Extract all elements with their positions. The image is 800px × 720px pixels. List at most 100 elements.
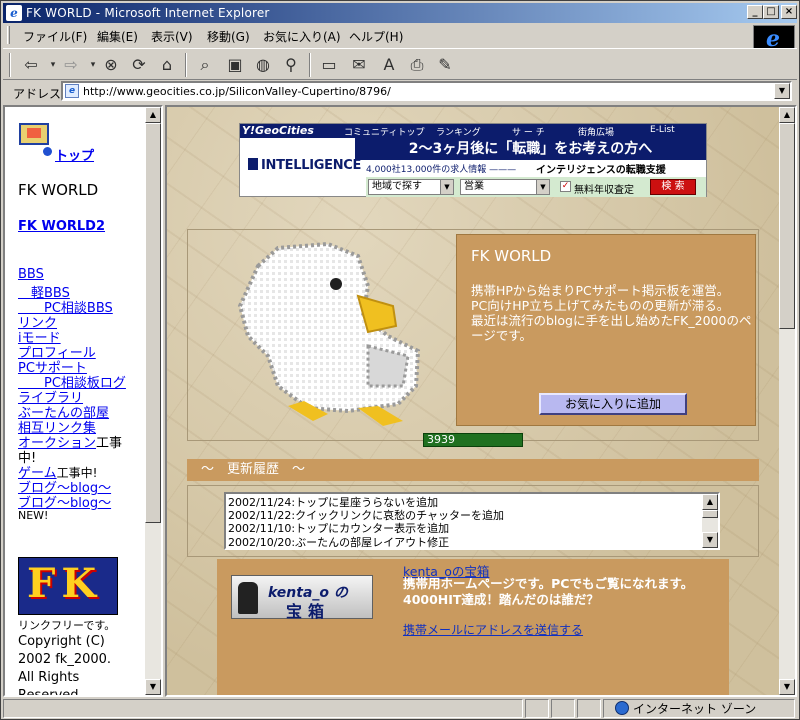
main-content-frame: Y!GeoCities コミュニティトップ ランキング サ ー チ 街角広場 E… <box>165 105 797 697</box>
fullscreen-icon[interactable]: ▭ <box>319 55 339 75</box>
copyright-line-2: 2002 fk_2000. <box>18 652 112 667</box>
scroll-thumb[interactable] <box>779 123 795 329</box>
salary-checkbox-label: 無料年収査定 <box>574 185 634 196</box>
site-title: FK WORLD <box>18 181 99 199</box>
status-bar: インターネット ゾーン <box>3 698 797 718</box>
address-input[interactable]: e http://www.geocities.co.jp/SiliconVall… <box>61 81 792 101</box>
banner-search-button[interactable]: 検 索 <box>650 179 696 195</box>
history-icon[interactable]: ◍ <box>253 55 273 75</box>
kenta-description: 携帯用ホームページです。PCでもご覧になれます。4000HIT達成！踏んだのは誰… <box>403 576 694 607</box>
intro-panel: FK WORLD 携帯HPから始まりPCサポート掲示板を運営。 PC向けHP立ち… <box>187 229 759 441</box>
maximize-button[interactable]: □ <box>763 5 779 19</box>
menu-help[interactable]: ヘルプ(H) <box>349 28 403 45</box>
bullet-icon <box>43 147 52 156</box>
banner-sub-text: 4,000社13,000件の求人情報 ——— <box>366 165 517 175</box>
add-to-favorites-button[interactable]: お気に入りに追加 <box>539 393 687 415</box>
search-icon[interactable]: ⌕ <box>195 55 215 75</box>
intelligence-logo: INTELLIGENCE <box>248 158 361 173</box>
print-icon[interactable]: ⎙ <box>407 55 427 75</box>
scroll-thumb[interactable] <box>145 123 161 523</box>
scroll-down-button[interactable]: ▼ <box>779 679 795 695</box>
toolbar-grip <box>9 53 11 77</box>
menu-view[interactable]: 表示(V) <box>151 28 193 45</box>
channels-icon[interactable]: ⚲ <box>281 55 301 75</box>
forward-dropdown-icon[interactable]: ▾ <box>83 55 103 75</box>
update-history-list[interactable]: 2002/11/24:トップに星座うらないを追加 2002/11/22:クイック… <box>224 492 720 550</box>
region-select[interactable]: 地域で探す ▼ <box>368 179 454 195</box>
edit-icon[interactable]: ✎ <box>435 55 455 75</box>
link-free-text: リンクフリーです。 <box>18 619 116 632</box>
address-dropdown-button[interactable]: ▼ <box>774 83 790 99</box>
stop-icon[interactable]: ⊗ <box>101 55 121 75</box>
info-line: 携帯HPから始まりPCサポート掲示板を運営。 <box>471 283 730 298</box>
info-box: FK WORLD 携帯HPから始まりPCサポート掲示板を運営。 PC向けHP立ち… <box>456 234 756 426</box>
font-icon[interactable]: A <box>379 55 399 75</box>
status-cell <box>525 699 549 718</box>
back-icon[interactable]: ⇦ <box>21 55 41 75</box>
figure-icon <box>238 582 258 614</box>
left-navigation-frame: トップ FK WORLD FK WORLD2 BBS 軽BBS PC相談BBS … <box>3 105 163 697</box>
globe-icon <box>615 701 629 715</box>
menu-file[interactable]: ファイル(F) <box>23 28 87 45</box>
fk-logo-image[interactable]: FK <box>18 557 118 615</box>
mail-icon[interactable]: ✉ <box>349 55 369 75</box>
close-button[interactable]: × <box>781 5 797 19</box>
job-type-select[interactable]: 営業 ▼ <box>460 179 550 195</box>
scroll-up-button[interactable]: ▲ <box>145 107 161 123</box>
update-list-scrollbar[interactable]: ▲ ▼ <box>702 494 718 548</box>
title-bar[interactable]: e FK WORLD - Microsoft Internet Explorer… <box>3 3 797 23</box>
kenta-banner-text-2: 宝箱 <box>286 602 331 621</box>
page-icon: e <box>65 84 79 98</box>
computer-icon[interactable] <box>19 123 49 145</box>
kenta-banner-image[interactable]: kenta_o の 宝箱 <box>231 575 373 621</box>
chick-mascot-image <box>237 241 421 426</box>
banner-headline: 2〜3ヶ月後に「転職」をお考えの方へ <box>355 138 706 160</box>
scroll-thumb[interactable] <box>702 510 718 518</box>
left-frame-scrollbar[interactable]: ▲ ▼ <box>145 107 161 695</box>
menu-go[interactable]: 移動(G) <box>207 28 250 45</box>
home-icon[interactable]: ⌂ <box>157 55 177 75</box>
geocities-banner-ad[interactable]: Y!GeoCities コミュニティトップ ランキング サ ー チ 街角広場 E… <box>239 123 707 197</box>
banner-search-bar: 地域で探す ▼ 営業 ▼ ✓ 無料年収査定 検 索 <box>366 177 706 197</box>
geocities-logo[interactable]: Y!GeoCities <box>242 124 314 137</box>
info-description: 携帯HPから始まりPCサポート掲示板を運営。 PC向けHP立ち上げてみたものの更… <box>471 283 753 343</box>
favorites-icon[interactable]: ▣ <box>225 55 245 75</box>
menu-favorites[interactable]: お気に入り(A) <box>263 28 341 45</box>
banner-nav-plaza[interactable]: 街角広場 <box>578 125 614 138</box>
menu-grip <box>7 26 10 44</box>
send-mail-link[interactable]: 携帯メールにアドレスを送信する <box>403 621 583 638</box>
new-badge: NEW! <box>18 509 49 522</box>
address-url[interactable]: http://www.geocities.co.jp/SiliconValley… <box>83 85 391 98</box>
kenta-section: kenta_o の 宝箱 kenta_oの宝箱 携帯用ホームページです。PCでも… <box>217 559 729 695</box>
scroll-down-button[interactable]: ▼ <box>145 679 161 695</box>
toolbar-separator <box>185 53 187 77</box>
main-frame-scrollbar[interactable]: ▲ ▼ <box>779 107 795 695</box>
update-history-box: 2002/11/24:トップに星座うらないを追加 2002/11/22:クイック… <box>187 485 759 557</box>
scroll-down-button[interactable]: ▼ <box>702 532 718 548</box>
access-counter: 3939 <box>423 433 523 447</box>
status-text-cell <box>3 699 523 718</box>
fk-world2-link[interactable]: FK WORLD2 <box>18 219 105 234</box>
banner-nav-ranking[interactable]: ランキング <box>436 125 481 138</box>
scroll-up-button[interactable]: ▲ <box>702 494 718 510</box>
scroll-up-button[interactable]: ▲ <box>779 107 795 123</box>
sidebar-link-bbs[interactable]: BBS <box>18 267 44 282</box>
back-dropdown-icon[interactable]: ▾ <box>43 55 63 75</box>
refresh-icon[interactable]: ⟳ <box>129 55 149 75</box>
ie-throbber-logo: e <box>753 25 795 52</box>
banner-nav-community[interactable]: コミュニティトップ <box>344 125 424 138</box>
menu-edit[interactable]: 編集(E) <box>97 28 138 45</box>
banner-nav-search[interactable]: サ ー チ <box>512 125 545 138</box>
forward-icon[interactable]: ⇨ <box>61 55 81 75</box>
copyright-line-1: Copyright (C) <box>18 634 105 649</box>
info-line: 最近は流行のblogに手を出し始めたFK_2000のページです。 <box>471 313 752 343</box>
window-title: FK WORLD - Microsoft Internet Explorer <box>26 6 270 20</box>
address-label: アドレス <box>13 87 62 101</box>
minimize-button[interactable]: _ <box>747 5 763 19</box>
list-item: 2002/10/20:ぶーたんの部屋レイアウト修正 <box>228 536 450 549</box>
status-cell <box>551 699 575 718</box>
status-cell <box>577 699 601 718</box>
banner-nav-elist[interactable]: E-List <box>650 125 675 135</box>
top-link[interactable]: トップ <box>55 145 94 164</box>
salary-checkbox[interactable]: ✓ <box>560 181 571 192</box>
